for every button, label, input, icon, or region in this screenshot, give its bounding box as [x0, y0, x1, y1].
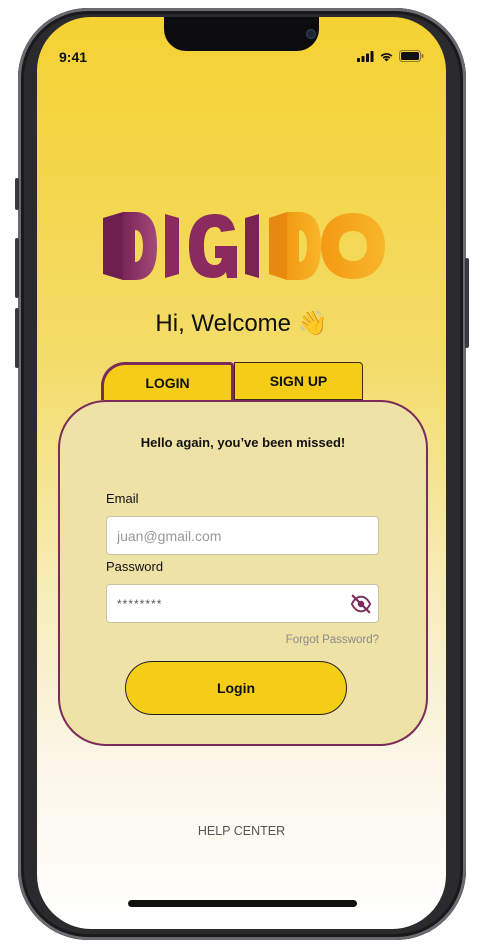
login-button[interactable]: Login	[125, 661, 347, 715]
forgot-password-link[interactable]: Forgot Password?	[286, 634, 379, 646]
tab-signup-label: SIGN UP	[269, 373, 328, 389]
password-field-wrapper	[106, 584, 379, 623]
power-button	[465, 258, 469, 348]
battery-icon	[399, 50, 424, 62]
app-screen: 9:41 Hi, Welcome 👋 LOGIN SIGN UP Hello a…	[37, 17, 446, 929]
waving-hand-icon: 👋	[297, 310, 328, 337]
email-label: Email	[106, 491, 139, 506]
welcome-heading: Hi, Welcome 👋	[37, 309, 446, 338]
eye-slash-icon[interactable]	[350, 593, 372, 615]
status-icons	[357, 50, 424, 62]
wifi-icon	[380, 52, 393, 61]
welcome-text: Hi, Welcome	[155, 310, 292, 337]
tab-login-label: LOGIN	[145, 374, 190, 391]
login-card: Hello again, you’ve been missed! Email P…	[58, 400, 428, 746]
email-field[interactable]	[107, 517, 378, 554]
notch	[164, 17, 319, 51]
email-field-wrapper	[106, 516, 379, 555]
volume-down-button	[15, 308, 19, 368]
help-center-link[interactable]: HELP CENTER	[37, 824, 446, 838]
cellular-signal-icon	[357, 50, 374, 62]
tab-login[interactable]: LOGIN	[101, 362, 234, 400]
login-button-label: Login	[216, 680, 256, 696]
mute-switch	[15, 178, 19, 210]
card-title: Hello again, you’ve been missed!	[140, 435, 346, 450]
tab-signup[interactable]: SIGN UP	[234, 362, 363, 400]
home-indicator	[128, 900, 357, 907]
status-time: 9:41	[59, 49, 88, 65]
digido-logo	[103, 212, 385, 280]
password-field[interactable]	[107, 585, 378, 622]
camera-icon	[306, 29, 316, 39]
password-label: Password	[106, 559, 164, 574]
volume-up-button	[15, 238, 19, 298]
